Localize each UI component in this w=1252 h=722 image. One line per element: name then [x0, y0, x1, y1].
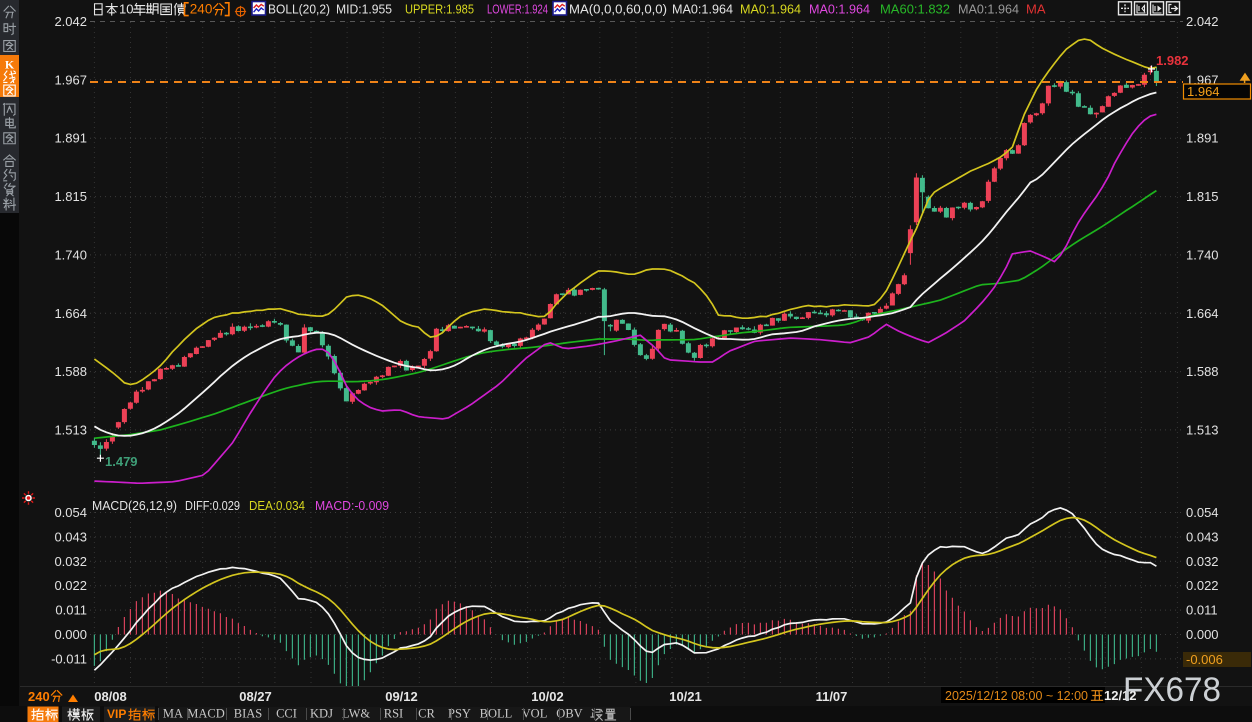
svg-text:1.513: 1.513: [54, 422, 87, 437]
svg-text:K: K: [5, 58, 15, 72]
svg-text:1.664: 1.664: [1186, 306, 1219, 321]
svg-text:0.054: 0.054: [1186, 505, 1219, 520]
svg-text:09/12: 09/12: [385, 689, 418, 704]
svg-text:1.891: 1.891: [1186, 131, 1219, 146]
svg-text:1.891: 1.891: [54, 131, 87, 146]
svg-text:0.000: 0.000: [54, 627, 87, 642]
svg-text:11/07: 11/07: [816, 689, 848, 704]
svg-text:0.011: 0.011: [55, 603, 87, 618]
svg-text:0.032: 0.032: [54, 554, 87, 569]
svg-text:MACD:-0.009: MACD:-0.009: [315, 498, 389, 513]
svg-text:2.042: 2.042: [54, 14, 87, 29]
svg-text:-0.011: -0.011: [51, 651, 87, 666]
svg-text:1.815: 1.815: [1186, 189, 1219, 204]
svg-text:CCI: CCI: [276, 707, 297, 721]
svg-text:OBV: OBV: [556, 707, 582, 721]
svg-text:1.815: 1.815: [54, 189, 87, 204]
svg-text:0.043: 0.043: [54, 529, 87, 544]
svg-text:08/08: 08/08: [94, 689, 127, 704]
svg-text:BOLL: BOLL: [480, 707, 513, 721]
svg-text:MA0:1.964: MA0:1.964: [958, 2, 1019, 17]
svg-text:CR: CR: [418, 707, 435, 721]
svg-text:2.042: 2.042: [1186, 14, 1219, 29]
svg-text:LW&: LW&: [342, 707, 371, 721]
svg-text:1.588: 1.588: [54, 364, 87, 379]
svg-text:BOLL(20,2): BOLL(20,2): [268, 2, 330, 17]
svg-text:1.479: 1.479: [105, 454, 138, 469]
svg-text:MA: MA: [1026, 2, 1046, 17]
svg-text:RSI: RSI: [384, 707, 403, 721]
svg-text:FX678: FX678: [1123, 671, 1221, 709]
svg-text:DEA:0.034: DEA:0.034: [249, 498, 305, 513]
svg-text:DIFF:0.029: DIFF:0.029: [185, 498, 240, 513]
svg-text:1.964: 1.964: [1187, 84, 1220, 99]
svg-text:10: 10: [119, 2, 133, 17]
svg-text:1.664: 1.664: [54, 306, 87, 321]
svg-text:LOWER:1.924: LOWER:1.924: [487, 2, 548, 17]
svg-text:1.982: 1.982: [1156, 53, 1189, 68]
svg-text:2025/12/12 08:00 ~ 12:00: 2025/12/12 08:00 ~ 12:00: [945, 688, 1088, 703]
svg-text:MID:1.955: MID:1.955: [336, 2, 392, 17]
svg-text:1.513: 1.513: [1186, 422, 1219, 437]
svg-text:240: 240: [190, 2, 213, 17]
svg-text:MA(0,0,0,60,0,0): MA(0,0,0,60,0,0): [569, 2, 667, 17]
svg-text:0.054: 0.054: [54, 505, 87, 520]
svg-text:0.043: 0.043: [1186, 529, 1219, 544]
svg-text:10/02: 10/02: [531, 689, 564, 704]
svg-text:0.022: 0.022: [54, 578, 87, 593]
svg-text:VOL: VOL: [522, 707, 548, 721]
svg-text:0.032: 0.032: [1186, 554, 1219, 569]
svg-text:10/21: 10/21: [669, 689, 702, 704]
svg-text:1.740: 1.740: [1186, 247, 1219, 262]
svg-text:UPPER:1.985: UPPER:1.985: [405, 2, 474, 17]
svg-text:-0.006: -0.006: [1186, 652, 1223, 667]
svg-text:MA60:1.832: MA60:1.832: [880, 2, 950, 17]
svg-text:1.967: 1.967: [54, 72, 87, 87]
svg-text:MACD: MACD: [187, 707, 225, 721]
svg-text:MACD(26,12,9): MACD(26,12,9): [92, 498, 177, 513]
svg-text:0.011: 0.011: [1186, 603, 1218, 618]
svg-text:MA0:1.964: MA0:1.964: [740, 2, 801, 17]
svg-text:MA0:1.964: MA0:1.964: [809, 2, 870, 17]
svg-text:0.000: 0.000: [1186, 627, 1219, 642]
svg-text:MA0:1.964: MA0:1.964: [672, 2, 733, 17]
svg-text:1.588: 1.588: [1186, 364, 1219, 379]
svg-text:MA: MA: [163, 707, 183, 721]
svg-text:BIAS: BIAS: [234, 707, 263, 721]
svg-text:VIP: VIP: [107, 707, 126, 721]
svg-text:08/27: 08/27: [239, 689, 272, 704]
svg-text:0.022: 0.022: [1186, 578, 1219, 593]
svg-text:1.740: 1.740: [54, 247, 87, 262]
svg-text:240: 240: [28, 689, 50, 704]
svg-text:KDJ: KDJ: [310, 707, 333, 721]
